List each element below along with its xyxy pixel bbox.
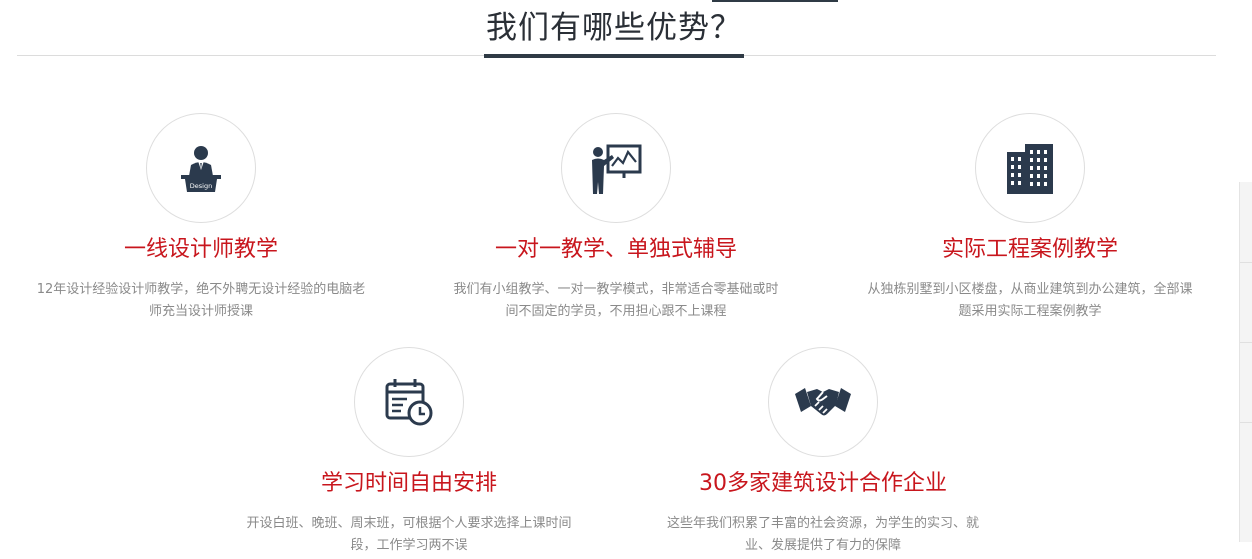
side-panel-divider: [1240, 422, 1252, 423]
feature-title: 实际工程案例教学: [941, 237, 1118, 262]
feature-title: 30多家建筑设计合作企业: [699, 471, 947, 496]
feature-icon-circle: [561, 113, 671, 223]
feature-icon-circle: [354, 347, 464, 457]
section-title: 我们有哪些优势？: [486, 10, 742, 46]
feature-icon-circle: [768, 347, 878, 457]
feature-icon-circle: [975, 113, 1085, 223]
feature-title: 一对一教学、单独式辅导: [494, 237, 737, 262]
feature-title: 学习时间自由安排: [320, 471, 497, 496]
feature-description: 这些年我们积累了丰富的社会资源，为学生的实习、就业、发展提供了有力的保障: [666, 516, 979, 553]
feature-icon-circle: Design: [146, 113, 256, 223]
feature-title: 一线设计师教学: [123, 237, 278, 262]
top-accent-bar: [712, 0, 838, 2]
section-title-underline: [484, 54, 744, 58]
feature-description: 开设白班、晚班、周末班，可根据个人要求选择上课时间段，工作学习两不误: [246, 516, 572, 553]
side-scroll-panel[interactable]: [1239, 182, 1252, 542]
calendar-clock-icon: [385, 379, 433, 426]
feature-description: 我们有小组教学、一对一教学模式，非常适合零基础或时间不固定的学员，不用担心跟不上…: [453, 282, 779, 319]
buildings-icon: [1007, 144, 1053, 194]
teacher-podium-icon: Design: [181, 146, 221, 192]
handshake-icon: [795, 388, 851, 416]
side-panel-divider: [1240, 342, 1252, 343]
feature-description: 12年设计经验设计师教学，绝不外聘无设计经验的电脑老师充当设计师授课: [36, 282, 366, 319]
side-panel-divider: [1240, 262, 1252, 263]
podium-label: Design: [190, 182, 212, 190]
feature-description: 从独栋别墅到小区楼盘，从商业建筑到办公建筑，全部课题采用实际工程案例教学: [867, 282, 1193, 319]
presentation-board-icon: [592, 144, 642, 194]
